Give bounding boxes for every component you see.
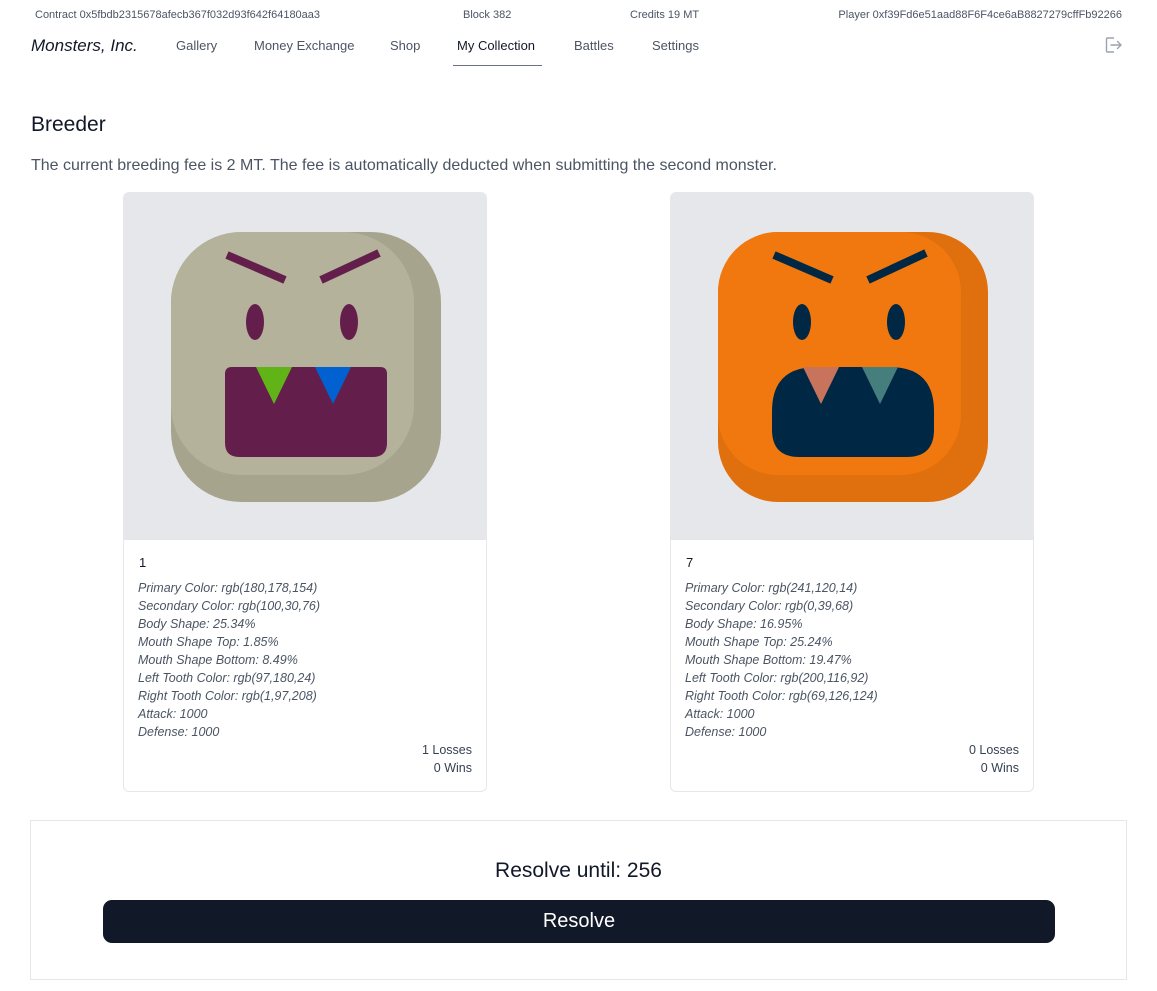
info-bar: Contract 0x5fbdb2315678afecb367f032d93f6…: [35, 9, 1122, 23]
trait-defense: Defense: 1000: [138, 725, 220, 739]
battle-record: 1 Losses 0 Wins: [422, 741, 472, 777]
main-nav: Monsters, Inc. Gallery Money Exchange Sh…: [0, 30, 1157, 68]
page-title: Breeder: [31, 113, 106, 136]
trait-attack: Attack: 1000: [685, 707, 755, 721]
trait-primary-color: Primary Color: rgb(180,178,154): [138, 581, 318, 595]
nav-item-money-exchange[interactable]: Money Exchange: [254, 38, 354, 53]
resolve-deadline: Resolve until: 256: [495, 859, 662, 882]
credits-balance: Credits 19 MT: [630, 9, 700, 21]
monster-right-eye: [340, 304, 358, 340]
trait-primary-color: Primary Color: rgb(241,120,14): [685, 581, 858, 595]
monster-card[interactable]: 7 Primary Color: rgb(241,120,14) Seconda…: [670, 192, 1034, 792]
monster-card[interactable]: 1 Primary Color: rgb(180,178,154) Second…: [123, 192, 487, 792]
trait-mouth-shape-bottom: Mouth Shape Bottom: 19.47%: [685, 653, 852, 667]
block-number: Block 382: [463, 9, 512, 21]
trait-mouth-shape-top: Mouth Shape Top: 25.24%: [685, 635, 833, 649]
monster-id: 1: [139, 555, 147, 570]
monster-right-eye: [887, 304, 905, 340]
resolve-button[interactable]: Resolve: [103, 900, 1055, 943]
battle-record: 0 Losses 0 Wins: [969, 741, 1019, 777]
breeding-fee-description: The current breeding fee is 2 MT. The fe…: [31, 157, 777, 174]
trait-secondary-color: Secondary Color: rgb(100,30,76): [138, 599, 321, 613]
monster-traits: Primary Color: rgb(241,120,14) Secondary…: [685, 579, 878, 741]
trait-right-tooth-color: Right Tooth Color: rgb(1,97,208): [138, 689, 317, 703]
monster-left-eye: [246, 304, 264, 340]
wins-count: 0 Wins: [980, 761, 1019, 775]
monster-face-icon: [718, 232, 988, 502]
trait-body-shape: Body Shape: 25.34%: [138, 617, 256, 631]
monster-image: [124, 193, 486, 540]
nav-item-gallery[interactable]: Gallery: [176, 38, 217, 53]
losses-count: 0 Losses: [968, 743, 1019, 757]
monster-id: 7: [686, 555, 694, 570]
resolve-panel: Resolve until: 256 Resolve: [30, 820, 1127, 980]
monster-mouth: [225, 367, 387, 457]
logout-icon[interactable]: [1103, 35, 1123, 55]
trait-mouth-shape-bottom: Mouth Shape Bottom: 8.49%: [138, 653, 298, 667]
player-address: Player 0xf39Fd6e51aad88F6F4ce6aB8827279c…: [838, 9, 1122, 21]
losses-count: 1 Losses: [421, 743, 472, 757]
trait-defense: Defense: 1000: [685, 725, 767, 739]
monster-image: [671, 193, 1033, 540]
trait-mouth-shape-top: Mouth Shape Top: 1.85%: [138, 635, 279, 649]
trait-attack: Attack: 1000: [138, 707, 208, 721]
wins-count: 0 Wins: [433, 761, 472, 775]
contract-address: Contract 0x5fbdb2315678afecb367f032d93f6…: [35, 9, 321, 21]
monster-left-eye: [793, 304, 811, 340]
trait-body-shape: Body Shape: 16.95%: [685, 617, 803, 631]
nav-item-battles[interactable]: Battles: [574, 38, 614, 53]
brand-logo[interactable]: Monsters, Inc.: [31, 36, 138, 56]
nav-item-my-collection[interactable]: My Collection: [457, 38, 535, 53]
trait-left-tooth-color: Left Tooth Color: rgb(200,116,92): [685, 671, 869, 685]
monster-traits: Primary Color: rgb(180,178,154) Secondar…: [138, 579, 320, 741]
trait-right-tooth-color: Right Tooth Color: rgb(69,126,124): [685, 689, 878, 703]
monster-face-icon: [171, 232, 441, 502]
trait-secondary-color: Secondary Color: rgb(0,39,68): [685, 599, 854, 613]
nav-item-settings[interactable]: Settings: [652, 38, 699, 53]
monster-mouth: [772, 367, 934, 457]
trait-left-tooth-color: Left Tooth Color: rgb(97,180,24): [138, 671, 316, 685]
active-tab-indicator: [453, 65, 542, 66]
nav-item-shop[interactable]: Shop: [390, 38, 420, 53]
